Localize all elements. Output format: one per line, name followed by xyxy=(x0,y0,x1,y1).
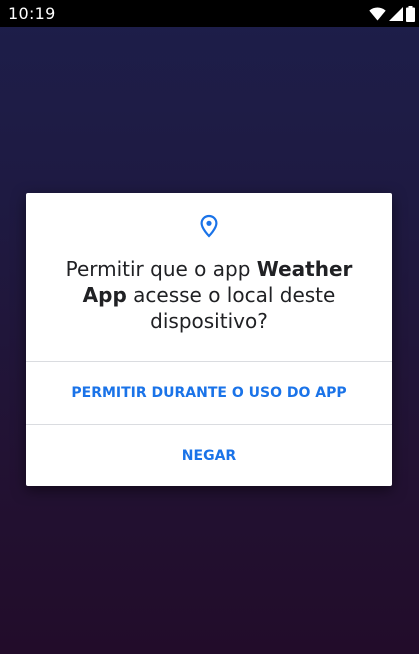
allow-while-using-app-button[interactable]: PERMITIR DURANTE O USO DO APP xyxy=(26,362,392,424)
status-bar: 10:19 xyxy=(0,0,419,27)
battery-icon xyxy=(406,6,415,22)
dialog-title-suffix: acesse o local deste dispositivo? xyxy=(126,283,336,333)
status-time: 10:19 xyxy=(8,4,56,23)
location-pin-icon xyxy=(198,214,220,238)
wifi-icon xyxy=(369,7,386,21)
deny-button[interactable]: NEGAR xyxy=(26,425,392,487)
dialog-title-prefix: Permitir que o app xyxy=(65,257,257,281)
location-permission-dialog: Permitir que o app Weather App acesse o … xyxy=(26,193,392,486)
cellular-signal-icon xyxy=(389,7,403,21)
status-icons xyxy=(369,5,415,23)
dialog-title: Permitir que o app Weather App acesse o … xyxy=(46,256,372,334)
